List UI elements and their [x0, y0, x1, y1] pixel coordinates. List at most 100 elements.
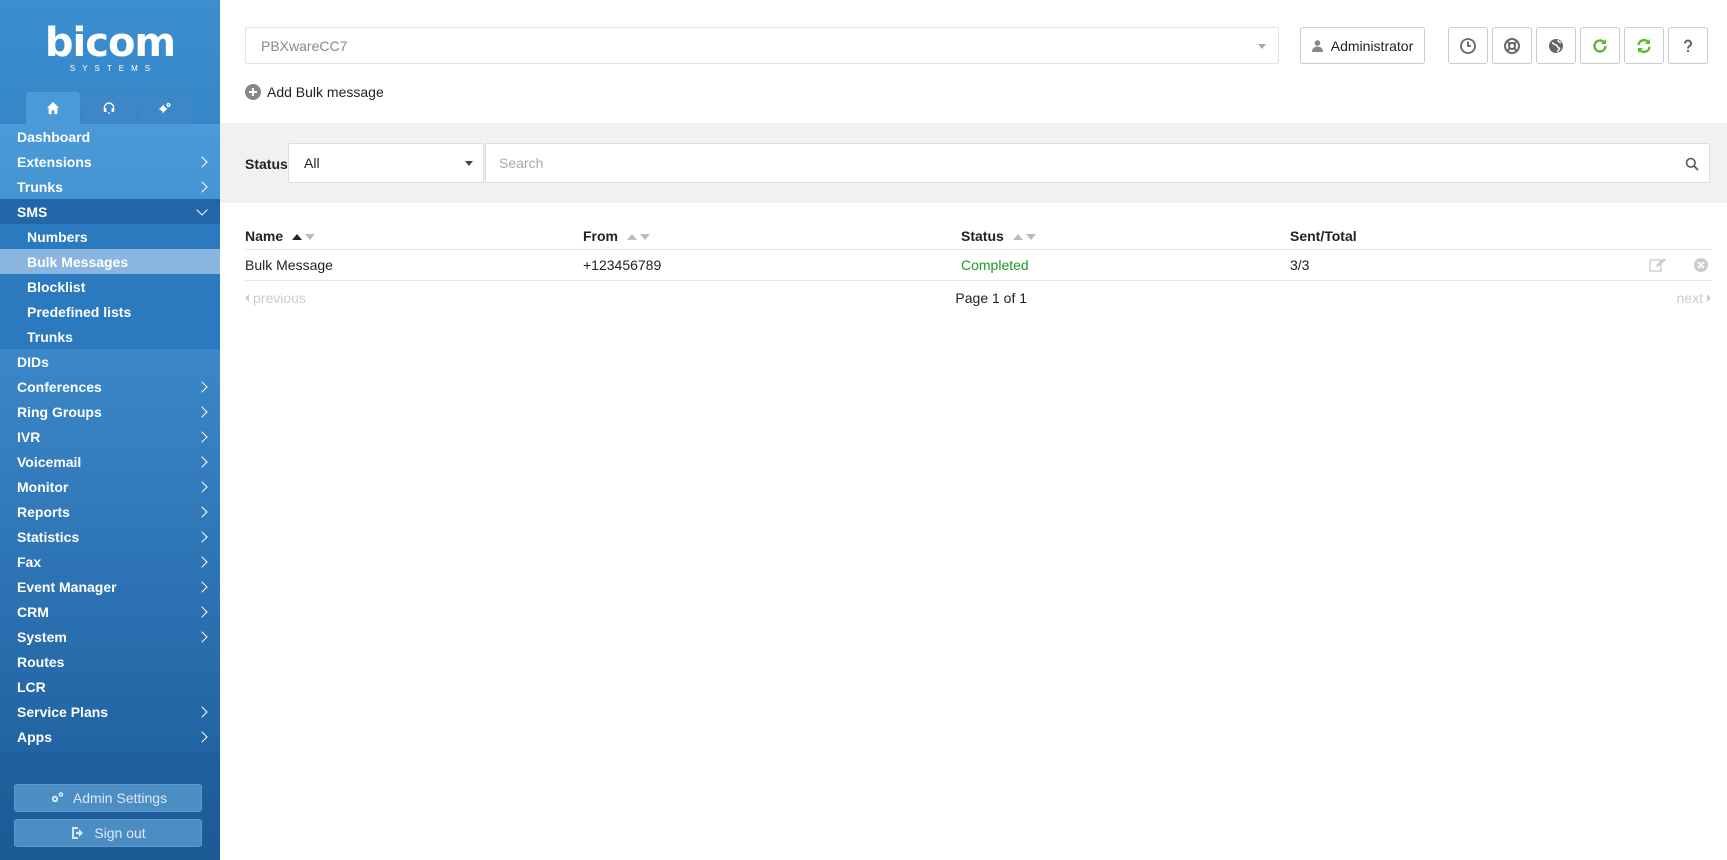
- column-name-header[interactable]: Name: [245, 228, 583, 244]
- sign-out-button[interactable]: Sign out: [14, 819, 202, 847]
- sidebar-item-system[interactable]: System: [0, 624, 220, 649]
- chevron-down-icon: [196, 203, 208, 216]
- sidebar-item-statistics[interactable]: Statistics: [0, 524, 220, 549]
- delete-icon[interactable]: [1693, 257, 1709, 273]
- add-bulk-message-link[interactable]: Add Bulk message: [245, 84, 384, 100]
- chevron-right-icon: [196, 155, 208, 168]
- help-button[interactable]: [1668, 27, 1708, 64]
- admin-settings-button[interactable]: Admin Settings: [14, 784, 202, 812]
- tab-settings[interactable]: [138, 92, 192, 124]
- support-button[interactable]: [1492, 27, 1532, 64]
- plus-circle-icon: [245, 84, 261, 100]
- filter-bar: Status All: [220, 123, 1727, 203]
- sort-icon[interactable]: [292, 233, 316, 240]
- status-filter-select[interactable]: All: [288, 143, 484, 183]
- tab-home[interactable]: [26, 92, 80, 124]
- cell-from: +123456789: [583, 257, 662, 273]
- admin-settings-label: Admin Settings: [72, 790, 168, 806]
- cell-sent-total: 3/3: [1290, 257, 1310, 273]
- search-icon[interactable]: [1685, 157, 1699, 171]
- logo-subtext: SYSTEMS: [69, 63, 158, 73]
- next-label: next: [1676, 290, 1703, 306]
- chevron-right-icon: [196, 455, 208, 468]
- sidebar-item-ivr[interactable]: IVR: [0, 424, 220, 449]
- user-menu-button[interactable]: Administrator: [1300, 27, 1425, 64]
- sidebar-menu: Dashboard Extensions Trunks SMS Numbers Bulk …: [0, 124, 220, 751]
- next-page-link[interactable]: next: [1677, 290, 1711, 306]
- sidebar-item-label: Voicemail: [17, 453, 82, 470]
- table-row[interactable]: Bulk Message +123456789 Completed 3/3: [245, 250, 1711, 281]
- pagination: previous Page 1 of 1 next: [245, 281, 1711, 315]
- sidebar-item-trunks[interactable]: Trunks: [0, 174, 220, 199]
- previous-page-link[interactable]: previous: [245, 290, 306, 306]
- edit-icon[interactable]: [1649, 257, 1667, 273]
- search-input[interactable]: [486, 144, 1666, 182]
- clock-icon: [1460, 37, 1476, 54]
- history-button[interactable]: [1448, 27, 1488, 64]
- cell-status: Completed: [961, 257, 1029, 273]
- server-select-value: PBXwareCC7: [261, 37, 348, 54]
- sidebar-item-label: Event Manager: [17, 578, 117, 595]
- sort-icon[interactable]: [1012, 233, 1036, 240]
- sidebar-item-label: Ring Groups: [17, 403, 102, 420]
- column-from-header[interactable]: From: [583, 228, 961, 244]
- sidebar-item-lcr[interactable]: LCR: [0, 674, 220, 699]
- sign-out-icon: [72, 827, 84, 839]
- cell-name: Bulk Message: [245, 257, 333, 273]
- sidebar-top-tabs: [0, 92, 220, 124]
- sidebar-item-reports[interactable]: Reports: [0, 499, 220, 524]
- sidebar-item-monitor[interactable]: Monitor: [0, 474, 220, 499]
- globe-icon: [1549, 38, 1563, 53]
- sidebar-item-sms[interactable]: SMS: [0, 199, 220, 224]
- sidebar-item-fax[interactable]: Fax: [0, 549, 220, 574]
- sidebar-item-label: DIDs: [17, 353, 49, 370]
- column-status-header[interactable]: Status: [961, 228, 1290, 244]
- help-icon: [1684, 39, 1692, 52]
- chevron-left-icon: [245, 294, 249, 302]
- sidebar-subitem-trunks[interactable]: Trunks: [0, 324, 220, 349]
- reload-button[interactable]: [1580, 27, 1620, 64]
- sidebar-item-label: Reports: [17, 503, 70, 520]
- sidebar-item-label: Statistics: [17, 528, 80, 545]
- home-icon: [46, 101, 60, 115]
- tab-support[interactable]: [82, 92, 136, 124]
- reload-icon: [1593, 38, 1607, 53]
- sidebar-item-label: Fax: [17, 553, 42, 570]
- sidebar-item-crm[interactable]: CRM: [0, 599, 220, 624]
- sidebar-item-voicemail[interactable]: Voicemail: [0, 449, 220, 474]
- sidebar-item-event-manager[interactable]: Event Manager: [0, 574, 220, 599]
- language-button[interactable]: [1536, 27, 1576, 64]
- sign-out-label: Sign out: [94, 825, 146, 841]
- main-content: PBXwareCC7 Administrator Add Bulk messag…: [220, 0, 1727, 860]
- chevron-right-icon: [196, 630, 208, 643]
- sort-icon[interactable]: [626, 233, 650, 240]
- sidebar-item-service-plans[interactable]: Service Plans: [0, 699, 220, 724]
- chevron-right-icon: [196, 530, 208, 543]
- sidebar-item-ring-groups[interactable]: Ring Groups: [0, 399, 220, 424]
- sidebar-item-label: Conferences: [17, 378, 102, 395]
- sidebar-subitem-numbers[interactable]: Numbers: [0, 224, 220, 249]
- sidebar-subitem-blocklist[interactable]: Blocklist: [0, 274, 220, 299]
- status-filter-value: All: [304, 155, 320, 171]
- sidebar-item-conferences[interactable]: Conferences: [0, 374, 220, 399]
- sidebar-item-dashboard[interactable]: Dashboard: [0, 124, 220, 149]
- user-icon: [1311, 39, 1323, 52]
- sidebar-subitem-predefined-lists[interactable]: Predefined lists: [0, 299, 220, 324]
- server-select[interactable]: PBXwareCC7: [245, 27, 1279, 64]
- sidebar-item-extensions[interactable]: Extensions: [0, 149, 220, 174]
- sidebar-item-label: Dashboard: [17, 128, 91, 145]
- chevron-right-icon: [196, 605, 208, 618]
- sidebar-item-routes[interactable]: Routes: [0, 649, 220, 674]
- chevron-right-icon: [196, 730, 208, 743]
- column-sent-total-header: Sent/Total: [1290, 228, 1630, 244]
- sidebar-subitem-bulk-messages[interactable]: Bulk Messages: [0, 249, 220, 274]
- chevron-right-icon: [196, 405, 208, 418]
- sync-button[interactable]: [1624, 27, 1664, 64]
- search-box: [485, 143, 1710, 183]
- sidebar-item-apps[interactable]: Apps: [0, 724, 220, 749]
- column-sent-total-label: Sent/Total: [1290, 227, 1357, 244]
- sidebar-item-dids[interactable]: DIDs: [0, 349, 220, 374]
- sidebar-item-label: Routes: [17, 653, 65, 670]
- headset-icon: [103, 102, 115, 114]
- brand-logo[interactable]: bicom SYSTEMS: [0, 0, 220, 92]
